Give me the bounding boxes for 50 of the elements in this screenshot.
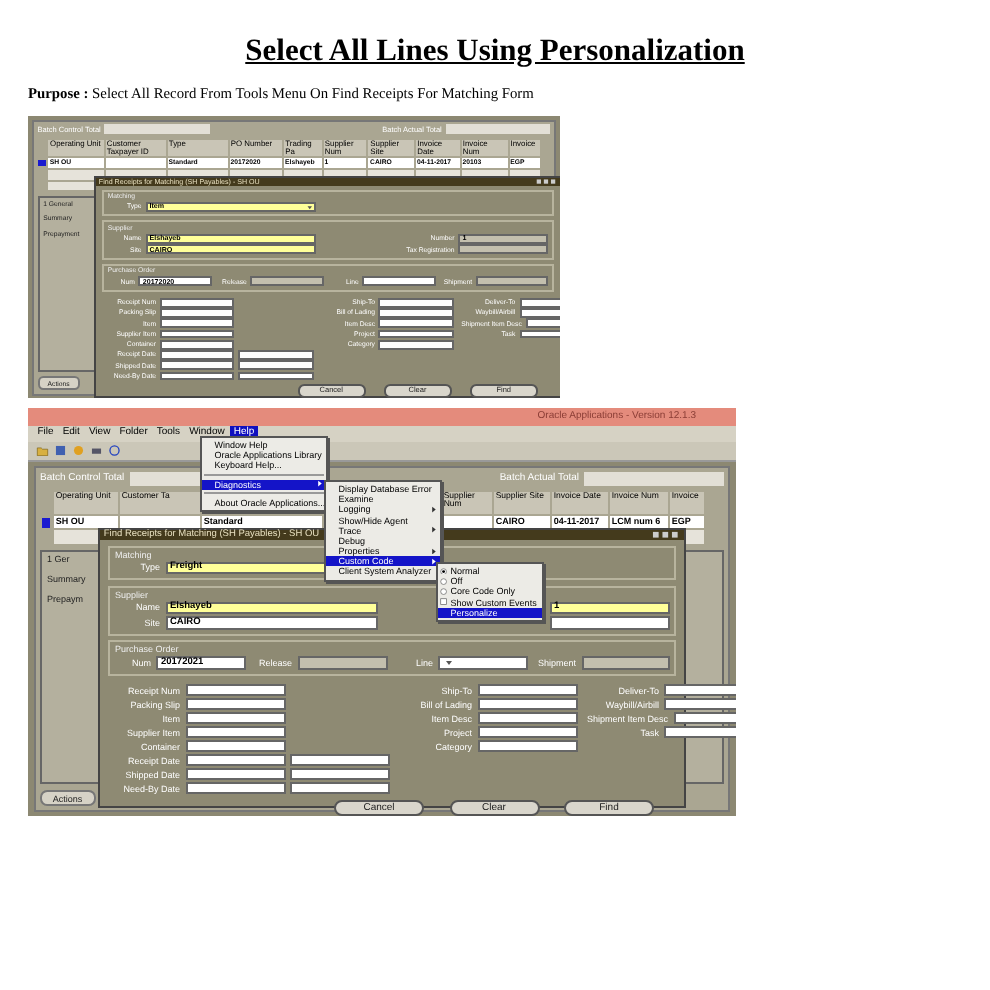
input-field[interactable]: [664, 726, 736, 739]
row-indicator[interactable]: [41, 518, 50, 528]
input-field[interactable]: [477, 684, 577, 697]
input-field[interactable]: [584, 472, 724, 485]
input-field[interactable]: [477, 712, 577, 725]
input-field[interactable]: [159, 297, 235, 308]
caret-icon: [305, 203, 313, 211]
input-field[interactable]: [477, 698, 577, 711]
input-field[interactable]: [185, 754, 285, 767]
input-field[interactable]: [290, 754, 390, 767]
input-field[interactable]: [290, 782, 390, 795]
input-field[interactable]: [362, 276, 437, 286]
table-cell: [442, 516, 492, 529]
input-field[interactable]: [664, 698, 736, 711]
input-field[interactable]: [185, 768, 285, 781]
window-buttons-icon[interactable]: [535, 177, 558, 185]
input-field[interactable]: [185, 740, 285, 753]
input-field[interactable]: [238, 360, 314, 371]
input-field[interactable]: [477, 740, 577, 753]
input-field[interactable]: [378, 297, 454, 308]
window-buttons-icon[interactable]: [651, 530, 681, 540]
input-field[interactable]: [159, 308, 235, 318]
input-field[interactable]: [185, 712, 285, 725]
input-field[interactable]: [159, 339, 235, 350]
input-field[interactable]: [238, 371, 314, 381]
input-field[interactable]: [185, 726, 285, 739]
input-field[interactable]: [477, 726, 577, 739]
dropdown-field[interactable]: [438, 656, 528, 669]
document-title: Select All Lines Using Personalization: [245, 34, 745, 68]
input-field[interactable]: [290, 768, 390, 781]
input-field[interactable]: [378, 329, 454, 339]
input-field[interactable]: [664, 684, 736, 697]
caret-icon: [443, 657, 453, 668]
row-indicator[interactable]: [38, 160, 45, 167]
input-field[interactable]: [104, 124, 210, 135]
input-field[interactable]: [185, 698, 285, 711]
input-field[interactable]: [185, 684, 285, 697]
input-field[interactable]: [445, 124, 551, 135]
input-field[interactable]: [378, 308, 454, 318]
input-field[interactable]: [185, 782, 285, 795]
input-field[interactable]: [159, 360, 235, 371]
input-field[interactable]: [238, 350, 314, 360]
input-field[interactable]: [378, 318, 454, 329]
input-field[interactable]: [378, 339, 454, 350]
input-field[interactable]: [159, 371, 235, 381]
help-icon[interactable]: [108, 443, 121, 457]
input-field[interactable]: [159, 318, 235, 329]
input-field[interactable]: [549, 616, 669, 629]
input-field[interactable]: [159, 329, 235, 339]
input-field[interactable]: [159, 350, 235, 360]
